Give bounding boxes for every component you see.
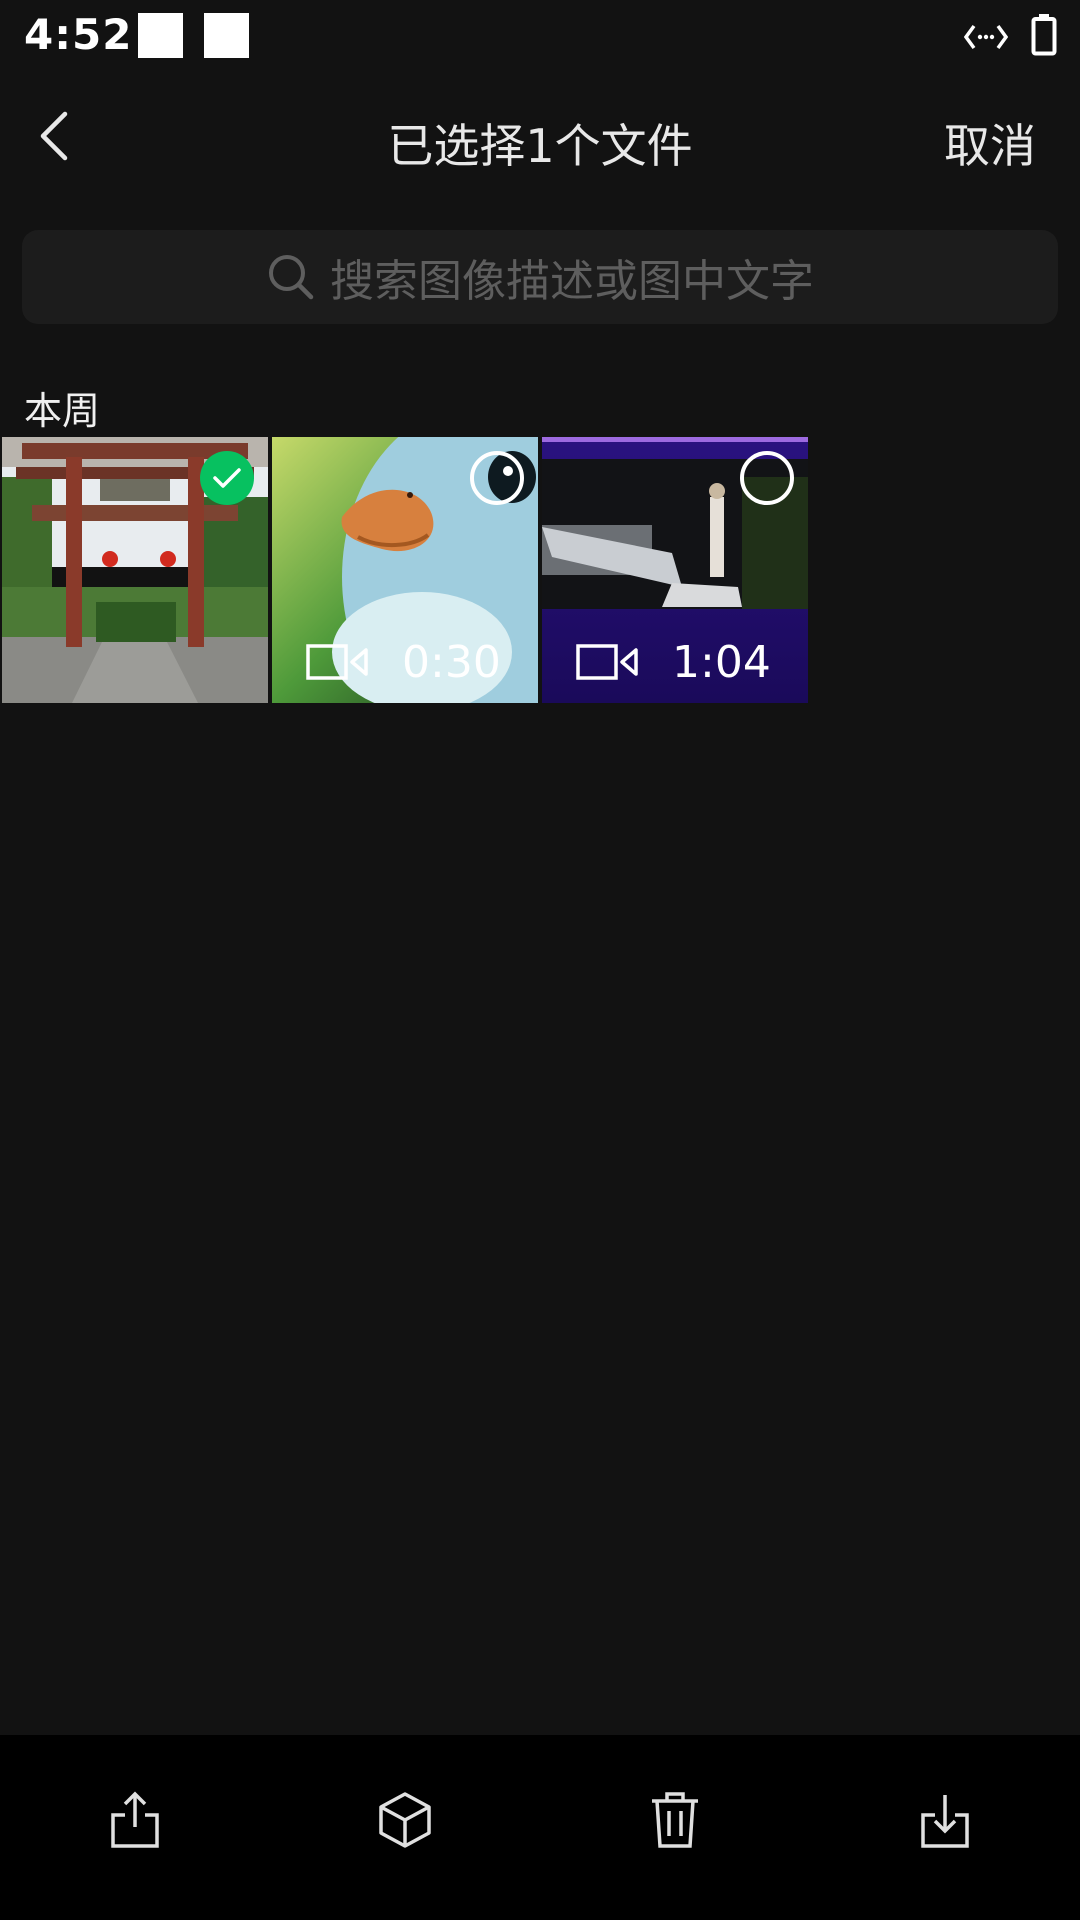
video-camera-icon bbox=[576, 644, 638, 680]
video-duration: 1:04 bbox=[672, 636, 771, 688]
trash-icon bbox=[652, 1792, 698, 1848]
page-title: 已选择1个文件 bbox=[387, 119, 693, 173]
select-circle[interactable] bbox=[740, 451, 794, 505]
video-camera-icon bbox=[306, 644, 368, 680]
data-transfer-icon bbox=[964, 24, 1008, 50]
top-bar: 已选择1个文件 取消 bbox=[0, 74, 1080, 204]
search-input[interactable]: 搜索图像描述或图中文字 bbox=[22, 230, 1058, 324]
select-circle[interactable] bbox=[470, 451, 524, 505]
section-label: 本周 bbox=[24, 389, 101, 433]
check-icon bbox=[213, 468, 241, 488]
download-icon bbox=[921, 1795, 969, 1848]
search-placeholder: 搜索图像描述或图中文字 bbox=[330, 256, 814, 307]
video-meta: 1:04 bbox=[576, 636, 771, 688]
box-button[interactable] bbox=[370, 1785, 440, 1855]
notification-icon bbox=[138, 13, 183, 58]
cancel-button[interactable]: 取消 bbox=[944, 110, 1036, 176]
status-bar: 4:52 bbox=[0, 0, 1080, 74]
search-icon bbox=[269, 255, 314, 300]
media-grid: 0:30 1:04 bbox=[0, 437, 1080, 703]
delete-button[interactable] bbox=[640, 1785, 710, 1855]
battery-icon bbox=[1031, 14, 1057, 56]
share-icon bbox=[111, 1791, 159, 1848]
notification-icon bbox=[204, 13, 249, 58]
video-duration: 0:30 bbox=[402, 636, 501, 688]
selected-checkmark[interactable] bbox=[200, 451, 254, 505]
status-time: 4:52 bbox=[24, 10, 133, 59]
video-meta: 0:30 bbox=[306, 636, 501, 688]
download-button[interactable] bbox=[910, 1785, 980, 1855]
box-icon bbox=[379, 1792, 431, 1848]
media-item[interactable] bbox=[2, 437, 268, 703]
screen: 4:52 已选择1个文件 取消 搜索图像描述或图中文字 本周 0:30 1:04 bbox=[0, 0, 1080, 1920]
bottom-toolbar bbox=[0, 1735, 1080, 1920]
media-item[interactable]: 1:04 bbox=[542, 437, 808, 703]
media-item[interactable]: 0:30 bbox=[272, 437, 538, 703]
share-button[interactable] bbox=[100, 1785, 170, 1855]
